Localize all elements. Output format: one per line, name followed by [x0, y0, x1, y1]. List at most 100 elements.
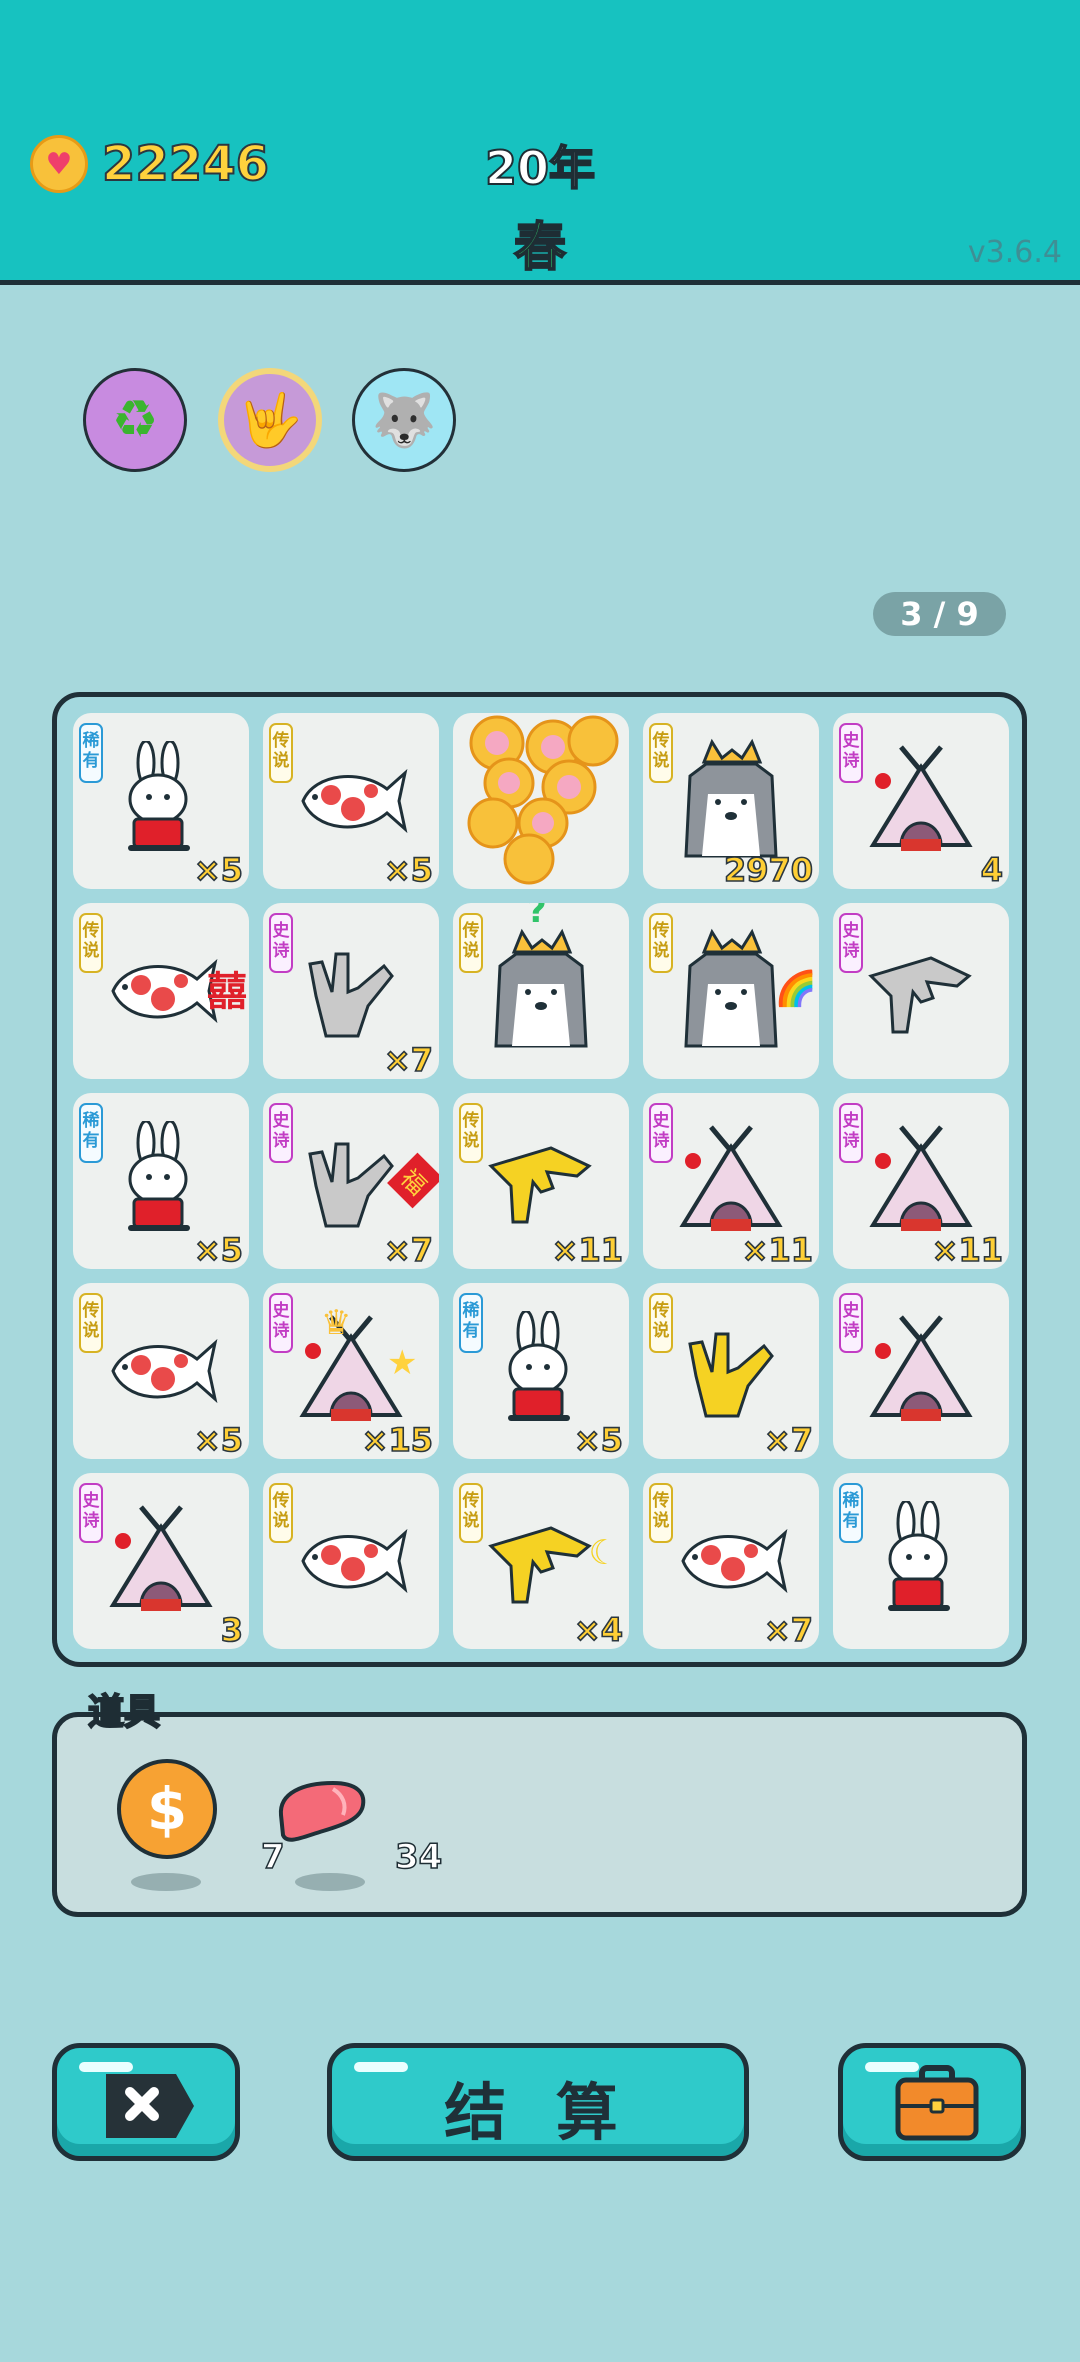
- crown-icon: ♛: [321, 1303, 352, 1343]
- symbol-count: ×5: [383, 850, 434, 889]
- item-coin[interactable]: $ 7: [113, 1755, 285, 1895]
- board-cell[interactable]: 传说 ×5: [73, 1283, 249, 1459]
- rarity-tag: 史诗: [839, 723, 863, 783]
- liver-icon: [278, 1780, 366, 1842]
- items-panel: $ 7 34: [52, 1712, 1027, 1917]
- symbol-count: ×7: [763, 1610, 814, 1649]
- symbol-count: ×7: [763, 1420, 814, 1459]
- rock-hand-icon: 🤟: [237, 390, 303, 451]
- board-cell[interactable]: 传说 ×5: [263, 713, 439, 889]
- rarity-tag: 史诗: [269, 1103, 293, 1163]
- board-cell[interactable]: 稀有 ×5: [73, 1093, 249, 1269]
- rarity-tag: 稀有: [459, 1293, 483, 1353]
- item-count: 34: [394, 1836, 443, 1878]
- board-cell[interactable]: 传说 ×7: [643, 1473, 819, 1649]
- symbol-count: ×5: [193, 1230, 244, 1269]
- board-cell[interactable]: 史诗 ×11: [643, 1093, 819, 1269]
- rarity-tag: 传说: [649, 723, 673, 783]
- symbol-count: ×5: [193, 850, 244, 889]
- rarity-tag: 史诗: [269, 1293, 293, 1353]
- rarity-tag: 稀有: [79, 1103, 103, 1163]
- symbol-count: ×11: [741, 1230, 814, 1269]
- top-bar: ♥ 22246 20年 春 v3.6.4: [0, 0, 1080, 285]
- rarity-tag: 传说: [649, 1483, 673, 1543]
- symbol-count: 3: [220, 1610, 244, 1649]
- briefcase-icon: [895, 2065, 979, 2141]
- board-cell[interactable]: 史诗: [833, 903, 1009, 1079]
- rainbow-icon: 🌈: [774, 969, 817, 1009]
- double-happiness-icon: 囍: [207, 969, 247, 1015]
- rarity-tag: 传说: [649, 1293, 673, 1353]
- rarity-tag: 传说: [649, 913, 673, 973]
- recycle-skill-button[interactable]: ♻: [83, 368, 187, 472]
- rarity-tag: 传说: [79, 913, 103, 973]
- board-cell[interactable]: 传说 ×11: [453, 1093, 629, 1269]
- settle-label: 结 算: [444, 2076, 632, 2149]
- rarity-tag: 稀有: [839, 1483, 863, 1543]
- recycle-icon: ♻: [111, 390, 159, 450]
- symbol-count: ×7: [383, 1040, 434, 1079]
- board-cell[interactable]: 福史诗 ×7: [263, 1093, 439, 1269]
- rarity-tag: 传说: [269, 1483, 293, 1543]
- rarity-tag: 传说: [79, 1293, 103, 1353]
- husky-coin-icon: 🐺: [371, 390, 437, 451]
- slot-board: 稀有 ×5 传说 ×5 传说 2970 史诗 4 囍传说 史诗 ×7? 传说 🌈 传说 史诗 稀有 ×5 福史诗 ×…: [52, 692, 1027, 1667]
- rarity-tag: 史诗: [269, 913, 293, 973]
- rarity-tag: 传说: [459, 1103, 483, 1163]
- board-cell[interactable]: 稀有 ×5: [73, 713, 249, 889]
- settle-button[interactable]: 结 算: [327, 2043, 749, 2161]
- season-label: 春: [513, 217, 567, 279]
- symbol-count: ×15: [361, 1420, 434, 1459]
- version-label: v3.6.4: [967, 235, 1062, 270]
- item-shadow: [295, 1873, 365, 1891]
- board-cell[interactable]: 稀有 ×5: [453, 1283, 629, 1459]
- rarity-tag: 史诗: [839, 1103, 863, 1163]
- board-cell[interactable]: ♛ ★ 史诗 ×15: [263, 1283, 439, 1459]
- coin-pile-icon: [453, 713, 629, 889]
- rarity-tag: 传说: [459, 913, 483, 973]
- board-cell[interactable]: [453, 713, 629, 889]
- rarity-tag: 史诗: [839, 1293, 863, 1353]
- rarity-tag: 史诗: [649, 1103, 673, 1163]
- board-cell[interactable]: ☾ 传说 ×4: [453, 1473, 629, 1649]
- board-cell[interactable]: 传说: [263, 1473, 439, 1649]
- symbol-count: ×11: [551, 1230, 624, 1269]
- board-cell[interactable]: 传说 2970: [643, 713, 819, 889]
- rock-hand-skill-button[interactable]: 🤟: [218, 368, 322, 472]
- skip-button[interactable]: [52, 2043, 240, 2161]
- board-cell[interactable]: 史诗 3: [73, 1473, 249, 1649]
- symbol-count: 2970: [723, 850, 814, 889]
- board-cell[interactable]: 囍 传说: [73, 903, 249, 1079]
- board-cell[interactable]: 史诗 4: [833, 713, 1009, 889]
- symbol-count: 4: [980, 850, 1004, 889]
- board-cell[interactable]: 史诗 ×7: [263, 903, 439, 1079]
- rarity-tag: 史诗: [839, 913, 863, 973]
- symbol-count: ×4: [573, 1610, 624, 1649]
- symbol-count: ×7: [383, 1230, 434, 1269]
- star-icon: ★: [387, 1343, 418, 1383]
- husky-skill-button[interactable]: 🐺: [352, 368, 456, 472]
- symbol-count: ×5: [193, 1420, 244, 1459]
- rarity-tag: 稀有: [79, 723, 103, 783]
- symbol-count: ×5: [573, 1420, 624, 1459]
- items-title: 道具: [87, 1691, 161, 1734]
- rarity-tag: 史诗: [79, 1483, 103, 1543]
- close-icon: [106, 2074, 194, 2138]
- question-icon: ?: [527, 903, 547, 931]
- rarity-tag: 传说: [459, 1483, 483, 1543]
- board-cell[interactable]: 传说 ×7: [643, 1283, 819, 1459]
- board-cell[interactable]: ? 传说: [453, 903, 629, 1079]
- board-cell[interactable]: 史诗: [833, 1283, 1009, 1459]
- dollar-coin-icon: $: [117, 1759, 217, 1859]
- moon-icon: ☾: [588, 1533, 619, 1573]
- page-indicator: 3 / 9: [873, 592, 1006, 636]
- rarity-tag: 传说: [269, 723, 293, 783]
- item-liver[interactable]: 34: [267, 1755, 443, 1895]
- symbol-count: ×11: [931, 1230, 1004, 1269]
- year-label: 20年: [484, 140, 596, 196]
- item-shadow: [131, 1873, 201, 1891]
- board-cell[interactable]: 稀有: [833, 1473, 1009, 1649]
- board-cell[interactable]: 史诗 ×11: [833, 1093, 1009, 1269]
- board-cell[interactable]: 🌈 传说: [643, 903, 819, 1079]
- bag-button[interactable]: [838, 2043, 1026, 2161]
